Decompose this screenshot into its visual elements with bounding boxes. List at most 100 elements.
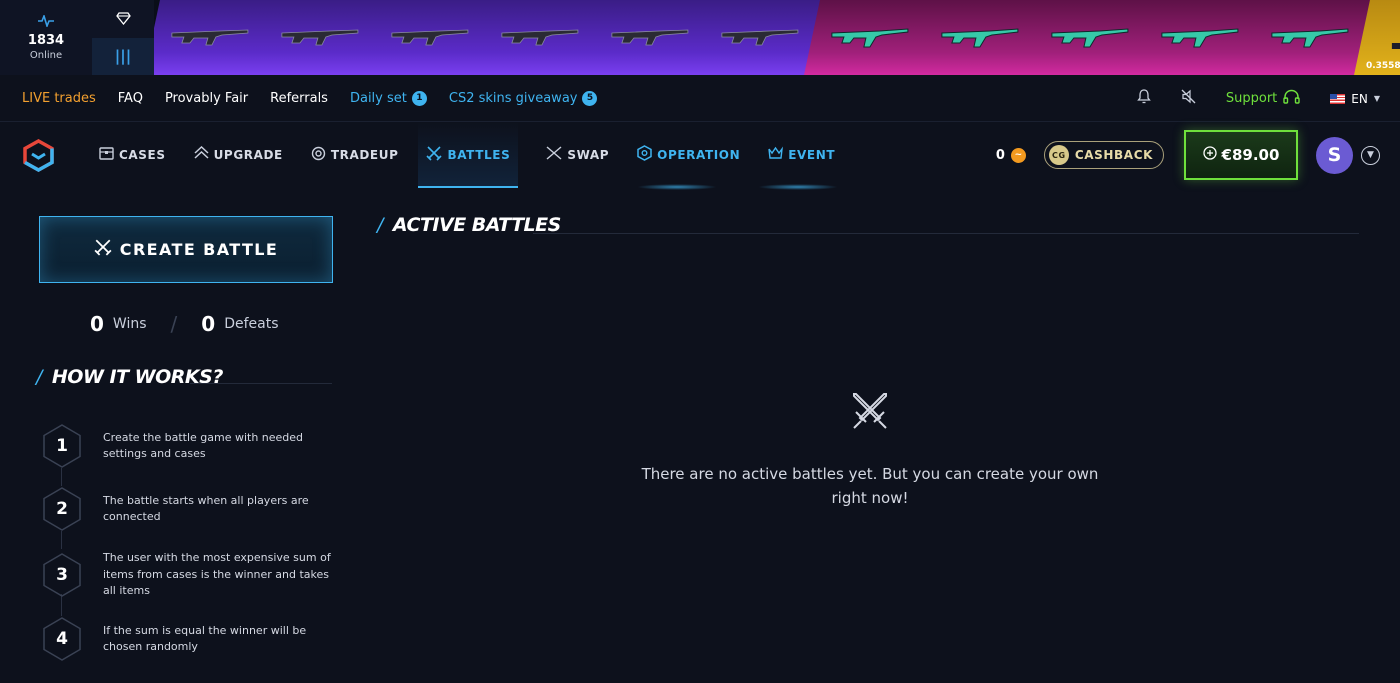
step-number: 2 <box>56 499 68 519</box>
drops-filter: ||| <box>92 0 154 75</box>
nav-tradeup-label: TRADEUP <box>330 148 399 162</box>
secondary-nav: LIVE trades FAQ Provably Fair Referrals … <box>0 75 1400 122</box>
target-icon <box>311 146 326 165</box>
operation-hexagon-icon <box>637 145 652 165</box>
language-label: EN <box>1351 91 1368 106</box>
headphones-icon <box>1283 89 1300 108</box>
step-number-hexagon: 2 <box>42 487 82 531</box>
crossed-swords-icon <box>853 393 887 429</box>
defeats-label: Defeats <box>224 316 279 332</box>
step-text: Create the battle game with needed setti… <box>103 430 304 461</box>
nav-battles[interactable]: BATTLES <box>418 122 519 188</box>
crown-icon <box>768 146 784 164</box>
referrals-link[interactable]: Referrals <box>270 91 328 106</box>
weapon-skin-image <box>500 23 580 53</box>
crossed-swords-icon <box>426 145 443 165</box>
giveaway-badge: 5 <box>582 90 598 106</box>
giveaway-link[interactable]: CS2 skins giveaway 5 <box>449 90 598 106</box>
site-logo[interactable] <box>22 138 55 172</box>
step-number: 3 <box>56 564 68 585</box>
step-text: The battle starts when all players are c… <box>103 493 309 524</box>
step-item: 3 The user with the most expensive sum o… <box>42 550 338 600</box>
how-it-works-heading: / HOW IT WORKS? <box>36 366 223 388</box>
avatar[interactable]: S <box>1316 136 1353 174</box>
step-text: The user with the most expensive sum of … <box>103 551 331 597</box>
step-number-hexagon: 4 <box>42 617 82 661</box>
step-connector <box>61 468 62 486</box>
daily-set-label: Daily set <box>349 90 407 106</box>
weapon-skin-image <box>940 23 1020 53</box>
weapon-skin-image <box>1050 23 1130 53</box>
step-number-hexagon: 1 <box>42 424 82 468</box>
active-battles-divider <box>533 233 1359 234</box>
online-label: Online <box>29 49 63 61</box>
daily-set-link[interactable]: Daily set 1 <box>349 90 427 106</box>
cashback-badge: CG <box>1048 145 1069 165</box>
step-text: If the sum is equal the winner will be c… <box>103 623 307 654</box>
event-glow <box>758 184 839 190</box>
balance-amount: €89.00 <box>1221 146 1280 164</box>
support-label: Support <box>1225 91 1278 106</box>
step-number: 1 <box>56 436 68 456</box>
wins-count: 0 <box>90 312 104 336</box>
battle-stats: 0 Wins / 0 Defeats <box>90 312 279 336</box>
nav-cases[interactable]: CASES <box>99 122 166 188</box>
daily-set-badge: 1 <box>411 90 427 106</box>
bell-icon[interactable] <box>1137 89 1151 108</box>
drops-list: 0.3558% <box>154 0 1400 75</box>
step-number: 4 <box>56 629 68 649</box>
cashback-button[interactable]: CG CASHBACK <box>1043 141 1164 169</box>
weapon-skin-image <box>720 23 800 53</box>
weapon-skin-image <box>280 23 360 53</box>
pulse-icon <box>38 13 54 31</box>
upgrade-icon <box>194 145 209 164</box>
weapon-skin-image <box>610 23 690 53</box>
case-icon <box>99 146 114 164</box>
coins-balance[interactable]: 0 ~ <box>995 147 1026 163</box>
support-link[interactable]: Support <box>1226 89 1300 108</box>
nav-operation[interactable]: OPERATION <box>637 122 741 190</box>
nav-upgrade[interactable]: UPGRADE <box>194 122 283 188</box>
live-drops-strip: 1834 Online ||| 0.3558% <box>0 0 1400 75</box>
nav-swap-label: SWAP <box>567 148 610 162</box>
online-count: 1834 <box>27 32 65 48</box>
defeats-count: 0 <box>201 312 216 336</box>
sound-muted-icon[interactable] <box>1181 89 1196 108</box>
balance-deposit-button[interactable]: €89.00 <box>1184 130 1298 180</box>
nav-event[interactable]: EVENT <box>758 122 839 190</box>
how-heading-divider <box>190 383 332 384</box>
heading-slash: / <box>377 214 383 236</box>
bars-icon: ||| <box>114 47 132 66</box>
nav-swap[interactable]: SWAP <box>546 122 609 188</box>
weapon-skin-image <box>1390 21 1400 55</box>
diamond-icon <box>115 12 131 26</box>
provably-fair-link[interactable]: Provably Fair <box>165 91 248 106</box>
faq-link[interactable]: FAQ <box>118 91 143 106</box>
nav-tradeup[interactable]: TRADEUP <box>311 122 399 188</box>
stats-divider: / <box>170 312 178 336</box>
us-flag-icon <box>1330 93 1346 104</box>
nav-operation-label: OPERATION <box>657 148 741 162</box>
all-drops-filter-button[interactable]: ||| <box>92 37 154 75</box>
weapon-skin-image <box>830 23 910 53</box>
nav-cases-label: CASES <box>119 148 166 162</box>
language-selector[interactable]: EN ▼ <box>1330 92 1380 106</box>
create-battle-label: CREATE BATTLE <box>119 240 279 259</box>
weapon-skin-image <box>390 23 470 53</box>
plus-circle-icon <box>1202 146 1217 164</box>
step-item: 2 The battle starts when all players are… <box>42 487 338 531</box>
live-trades-link[interactable]: LIVE trades <box>22 91 96 106</box>
diamond-filter-button[interactable] <box>92 0 154 38</box>
step-item: 1 Create the battle game with needed set… <box>42 424 338 468</box>
chevron-down-icon[interactable]: ▼ <box>1361 145 1380 165</box>
weapon-skin-image <box>1270 23 1350 53</box>
nav-battles-label: BATTLES <box>447 148 511 162</box>
empty-battles-state: There are no active battles yet. But you… <box>640 390 1100 510</box>
nav-upgrade-label: UPGRADE <box>213 148 283 162</box>
create-battle-button[interactable]: CREATE BATTLE <box>39 216 333 283</box>
operation-glow <box>637 184 718 190</box>
cashback-label: CASHBACK <box>1074 148 1153 162</box>
crossed-swords-icon <box>94 238 112 261</box>
drop-chance: 0.3558% <box>1365 61 1400 71</box>
coins-count: 0 <box>995 147 1005 163</box>
